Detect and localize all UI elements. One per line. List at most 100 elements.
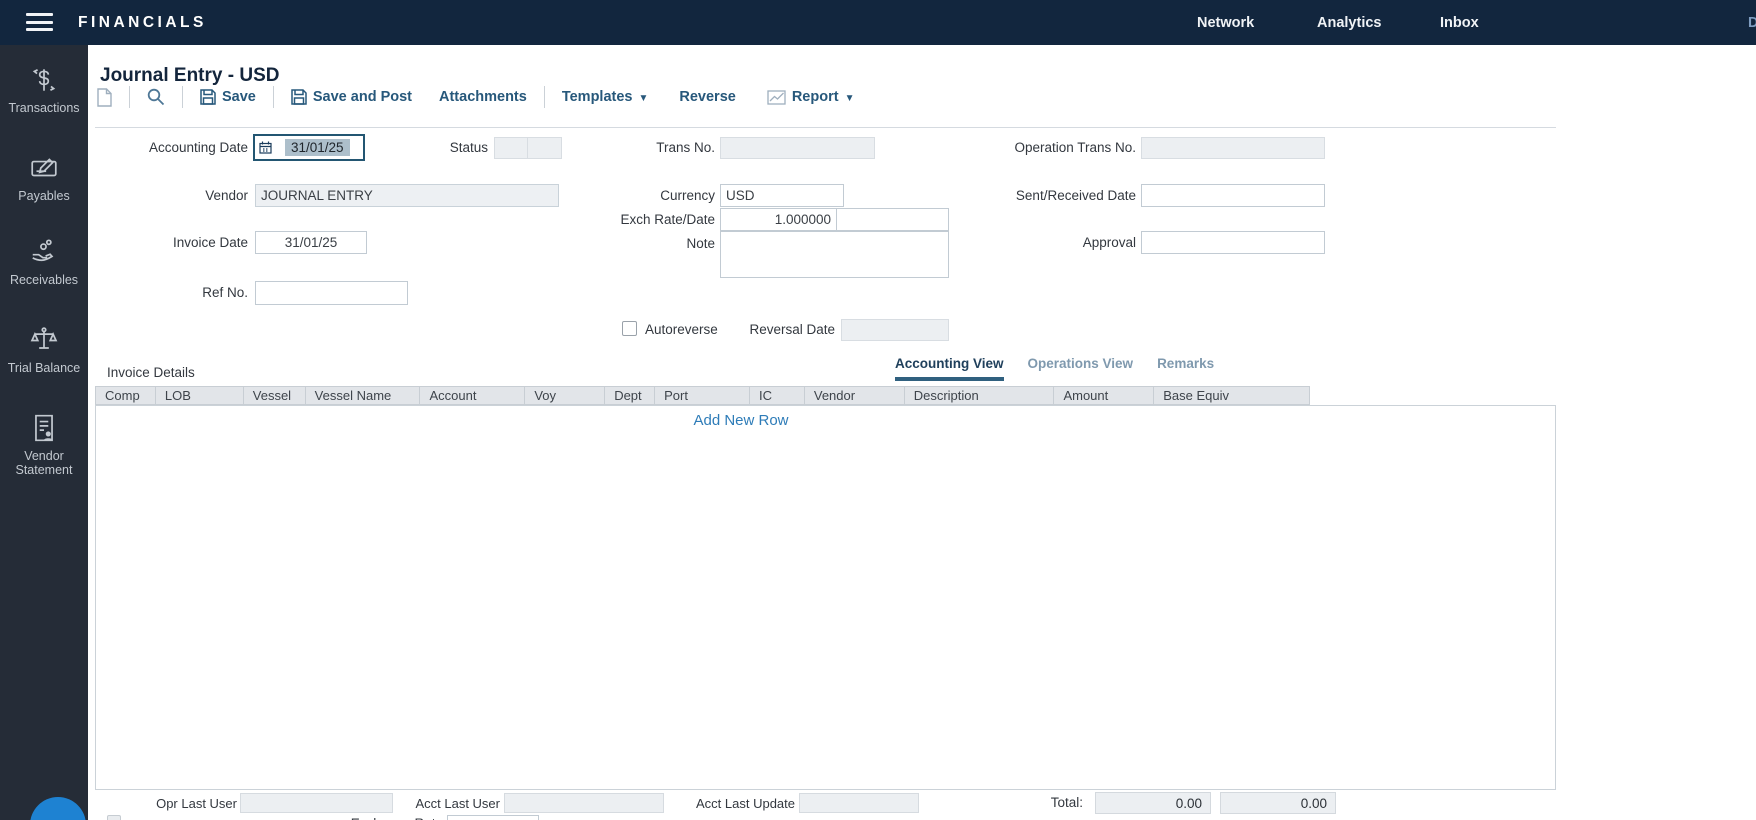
chevron-down-icon: ▼	[638, 93, 648, 104]
tab-accounting-view[interactable]: Accounting View	[895, 356, 1004, 381]
tab-remarks[interactable]: Remarks	[1157, 356, 1214, 381]
invoice-details-tabs: Accounting View Operations View Remarks	[895, 356, 1214, 381]
money-transfer-icon	[29, 65, 59, 95]
nav-partial-item[interactable]: D	[1748, 15, 1756, 31]
save-button[interactable]: Save	[200, 89, 256, 105]
exchange-rate-input[interactable]	[447, 815, 539, 820]
sidebar-item-receivables[interactable]: Receivables	[0, 237, 88, 287]
nav-network[interactable]: Network	[1197, 15, 1254, 31]
acct-last-user-label: Acct Last User	[360, 796, 500, 811]
column-header[interactable]: Voy	[525, 387, 605, 404]
nav-inbox[interactable]: Inbox	[1440, 15, 1479, 31]
currency-label: Currency	[555, 188, 715, 203]
ref-no-label: Ref No.	[95, 285, 248, 300]
sidebar-item-label: Transactions	[0, 101, 88, 115]
column-header[interactable]: LOB	[156, 387, 244, 404]
reverse-button[interactable]: Reverse	[679, 89, 735, 105]
acct-last-update-input	[799, 793, 919, 813]
column-header[interactable]: IC	[750, 387, 805, 404]
sidebar-item-transactions[interactable]: Transactions	[0, 65, 88, 115]
help-chat-button[interactable]	[30, 797, 86, 820]
column-header[interactable]: Port	[655, 387, 750, 404]
templates-button[interactable]: Templates▼	[562, 89, 649, 105]
toolbar-divider	[544, 86, 545, 108]
column-header[interactable]: Account	[420, 387, 525, 404]
toolbar-divider	[129, 86, 130, 108]
status-field	[494, 137, 562, 159]
new-document-icon	[97, 88, 112, 107]
opr-last-user-label: Opr Last User	[95, 796, 237, 811]
nav-analytics[interactable]: Analytics	[1317, 15, 1381, 31]
toolbar-divider	[182, 86, 183, 108]
sidebar-item-payables[interactable]: Payables	[0, 153, 88, 203]
invoice-details-header: CompLOBVesselVessel NameAccountVoyDeptPo…	[95, 386, 1310, 405]
toolbar: Save Save and Post Attachments Templates…	[97, 84, 854, 110]
attachments-button[interactable]: Attachments	[439, 89, 527, 105]
toolbar-divider	[273, 86, 274, 108]
report-button[interactable]: Report▼	[767, 89, 855, 105]
column-header[interactable]: Comp	[96, 387, 156, 404]
accounting-date-label: Accounting Date	[95, 140, 248, 155]
status-label: Status	[400, 140, 488, 155]
vendor-label: Vendor	[95, 188, 248, 203]
add-new-row-link[interactable]: Add New Row	[641, 412, 841, 429]
statement-person-icon	[29, 413, 59, 443]
column-header[interactable]: Base Equiv	[1154, 387, 1309, 404]
new-document-button[interactable]	[97, 88, 112, 107]
save-and-post-button[interactable]: Save and Post	[291, 89, 412, 105]
accounting-date-input[interactable]: 31/01/25	[253, 134, 365, 161]
report-chart-icon	[767, 90, 786, 105]
operation-trans-no-input	[1141, 137, 1325, 159]
sidebar: Transactions Payables Receivables Trial …	[0, 45, 88, 820]
approval-input[interactable]	[1141, 231, 1325, 254]
clipped-checkbox	[107, 815, 121, 820]
save-icon	[291, 89, 307, 105]
trans-no-label: Trans No.	[555, 140, 715, 155]
reversal-date-input	[841, 319, 949, 341]
total-base-equiv-value	[1220, 792, 1336, 814]
ref-no-input[interactable]	[255, 281, 408, 305]
topbar: FINANCIALS Network Analytics Inbox D	[0, 0, 1756, 45]
reversal-date-label: Reversal Date	[735, 322, 835, 337]
menu-icon[interactable]	[26, 13, 53, 32]
calendar-icon	[259, 141, 272, 154]
exch-rate-date-label: Exch Rate/Date	[555, 212, 715, 227]
column-header[interactable]: Vendor	[805, 387, 905, 404]
sidebar-item-trial-balance[interactable]: Trial Balance	[0, 325, 88, 375]
operation-trans-no-label: Operation Trans No.	[960, 140, 1136, 155]
column-header[interactable]: Vessel	[244, 387, 306, 404]
accounting-date-value: 31/01/25	[285, 139, 350, 156]
exch-date-input[interactable]	[836, 208, 949, 231]
search-button[interactable]	[147, 88, 165, 106]
sidebar-item-label: Vendor Statement	[0, 449, 88, 477]
exch-rate-input[interactable]	[720, 208, 837, 231]
column-header[interactable]: Amount	[1054, 387, 1154, 404]
sent-received-date-input[interactable]	[1141, 184, 1325, 207]
exchange-rate-label: Exchange Rate	[350, 816, 443, 820]
invoice-date-label: Invoice Date	[95, 235, 248, 250]
total-label: Total:	[1000, 795, 1083, 810]
app-brand: FINANCIALS	[78, 14, 207, 32]
sidebar-item-label: Receivables	[0, 273, 88, 287]
note-textarea[interactable]	[720, 231, 949, 278]
invoice-details-body: Add New Row	[95, 405, 1556, 790]
chevron-down-icon: ▼	[845, 93, 855, 104]
total-amount-value	[1095, 792, 1211, 814]
column-header[interactable]: Description	[905, 387, 1055, 404]
status-cell	[494, 137, 528, 159]
toolbar-separator	[95, 127, 1556, 128]
trans-no-input	[720, 137, 875, 159]
sent-received-date-label: Sent/Received Date	[960, 188, 1136, 203]
invoice-date-input[interactable]	[255, 231, 367, 254]
hand-coins-icon	[29, 237, 59, 267]
approval-label: Approval	[960, 235, 1136, 250]
sidebar-item-vendor-statement[interactable]: Vendor Statement	[0, 413, 88, 477]
column-header[interactable]: Dept	[605, 387, 655, 404]
currency-input[interactable]	[720, 184, 844, 207]
save-icon	[200, 89, 216, 105]
app: FINANCIALS Network Analytics Inbox D Tra…	[0, 0, 1756, 820]
tab-operations-view[interactable]: Operations View	[1028, 356, 1134, 381]
autoreverse-checkbox[interactable]	[622, 321, 637, 336]
balance-scales-icon	[29, 325, 59, 355]
column-header[interactable]: Vessel Name	[306, 387, 421, 404]
